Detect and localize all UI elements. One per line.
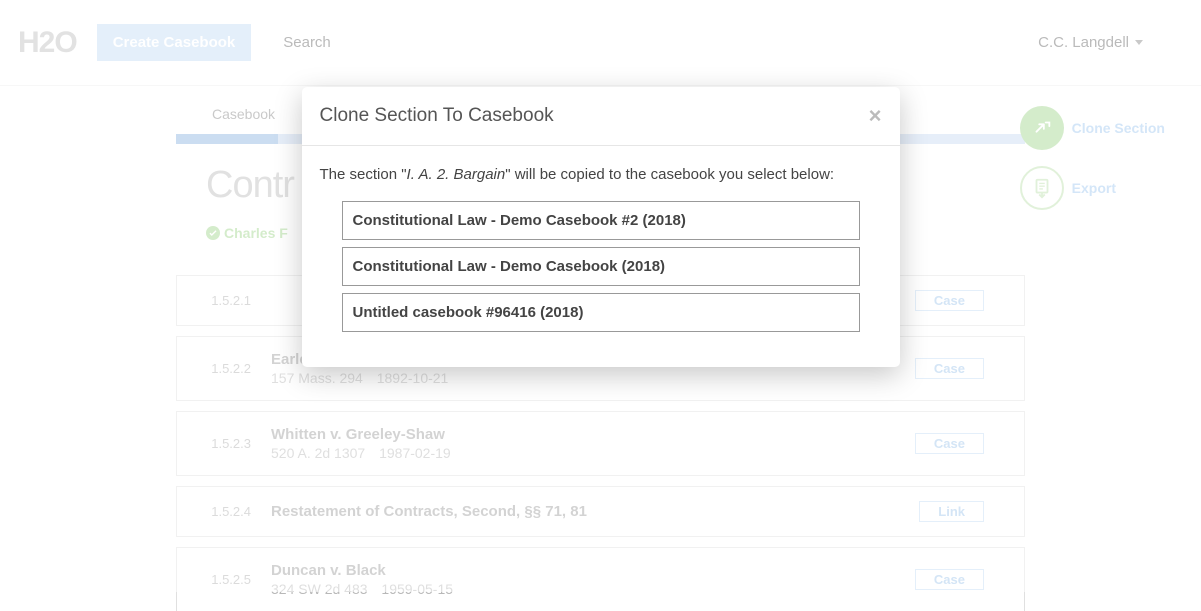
casebook-list: Constitutional Law - Demo Casebook #2 (2… bbox=[320, 201, 882, 332]
close-icon[interactable]: × bbox=[869, 105, 882, 127]
modal-text: The section "I. A. 2. Bargain" will be c… bbox=[320, 166, 882, 183]
casebook-option[interactable]: Untitled casebook #96416 (2018) bbox=[342, 293, 860, 332]
casebook-option[interactable]: Constitutional Law - Demo Casebook (2018… bbox=[342, 247, 860, 286]
text-suffix: " will be copied to the casebook you sel… bbox=[505, 166, 834, 183]
clone-modal: Clone Section To Casebook × The section … bbox=[302, 87, 900, 367]
modal-body: The section "I. A. 2. Bargain" will be c… bbox=[302, 146, 900, 367]
modal-title: Clone Section To Casebook bbox=[320, 105, 554, 127]
text-prefix: The section " bbox=[320, 166, 407, 183]
section-name: I. A. 2. Bargain bbox=[407, 166, 506, 183]
casebook-option[interactable]: Constitutional Law - Demo Casebook #2 (2… bbox=[342, 201, 860, 240]
modal-header: Clone Section To Casebook × bbox=[302, 87, 900, 146]
modal-overlay[interactable]: Clone Section To Casebook × The section … bbox=[0, 0, 1201, 592]
